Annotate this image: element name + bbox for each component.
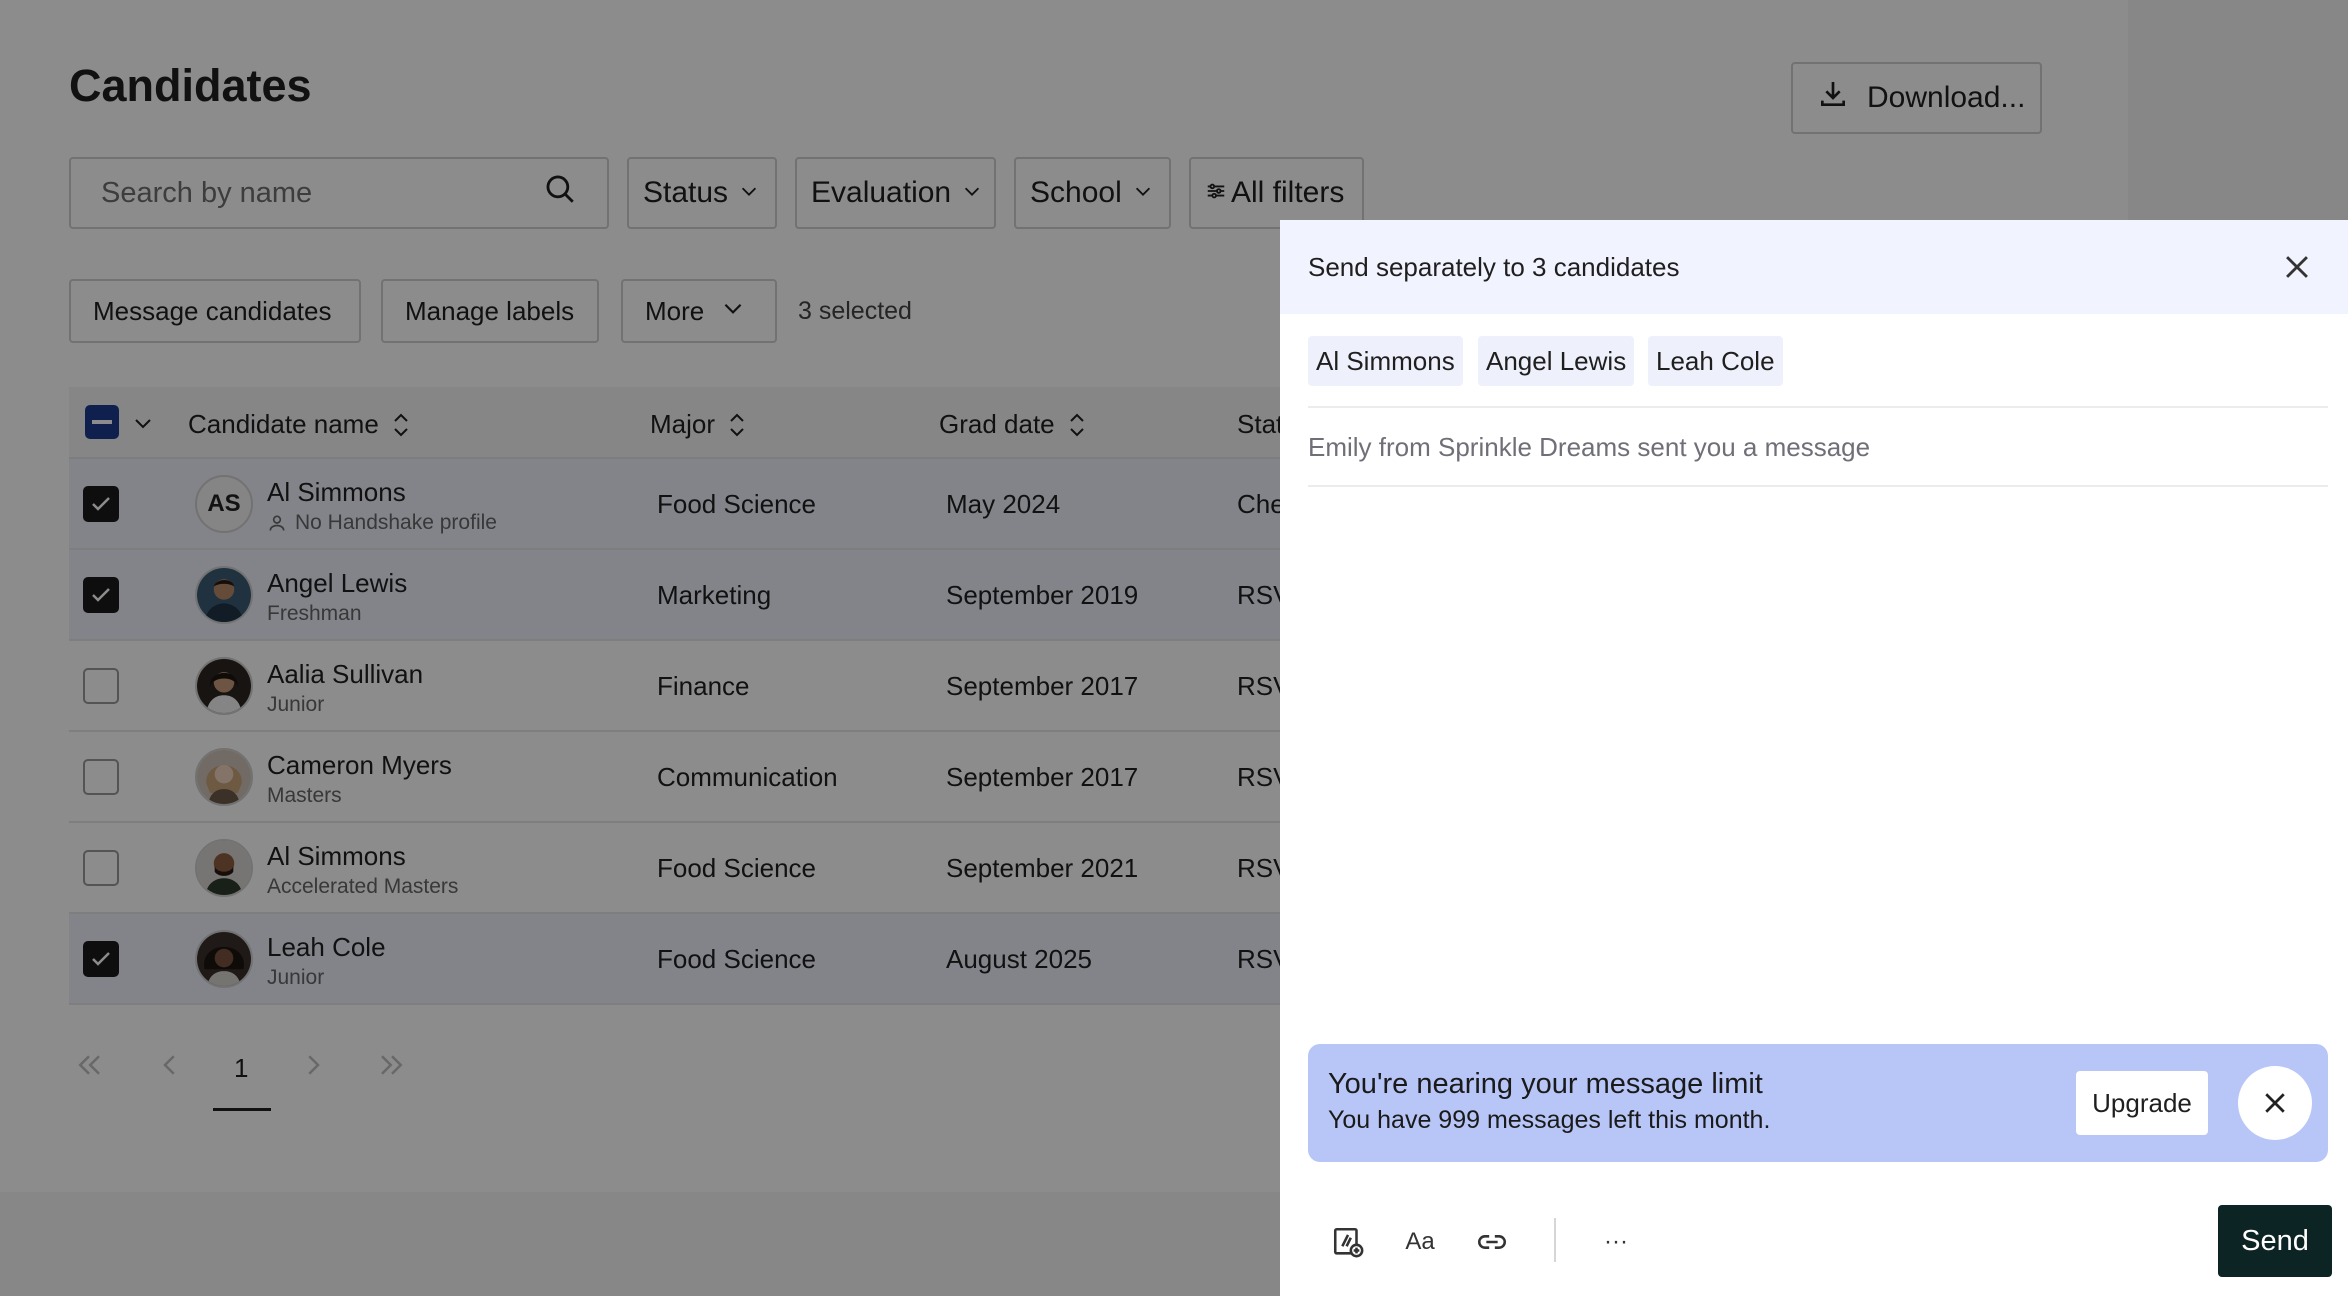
drawer-title: Send separately to 3 candidates (1308, 252, 1680, 282)
link-icon (1478, 1235, 1506, 1249)
limit-banner-text: You have 999 messages left this month. (1328, 1106, 1771, 1134)
recipient-chip[interactable]: Al Simmons (1308, 336, 1463, 386)
divider (1308, 485, 2328, 487)
message-subject-field[interactable]: Emily from Sprinkle Dreams sent you a me… (1308, 432, 1870, 463)
close-icon (2265, 1093, 2285, 1113)
message-drawer: Send separately to 3 candidates Al Simmo… (1280, 220, 2348, 1296)
more-options-button[interactable]: ··· (1596, 1222, 1636, 1262)
close-icon[interactable] (2280, 250, 2314, 284)
text-format-button[interactable]: Aa (1400, 1222, 1440, 1262)
limit-banner-title: You're nearing your message limit (1328, 1068, 1763, 1100)
recipient-chip[interactable]: Angel Lewis (1478, 336, 1635, 386)
toolbar-divider (1554, 1218, 1556, 1262)
recipient-chip[interactable]: Leah Cole (1648, 336, 1783, 386)
insert-template-button[interactable] (1328, 1222, 1368, 1262)
upgrade-button[interactable]: Upgrade (2076, 1071, 2208, 1135)
message-limit-banner: You're nearing your message limit You ha… (1308, 1044, 2328, 1162)
drawer-header: Send separately to 3 candidates (1280, 220, 2348, 314)
banner-close-button[interactable] (2238, 1066, 2312, 1140)
template-icon (1333, 1227, 1364, 1258)
insert-link-button[interactable] (1472, 1222, 1512, 1262)
divider (1308, 406, 2328, 408)
send-button[interactable]: Send (2218, 1205, 2332, 1277)
